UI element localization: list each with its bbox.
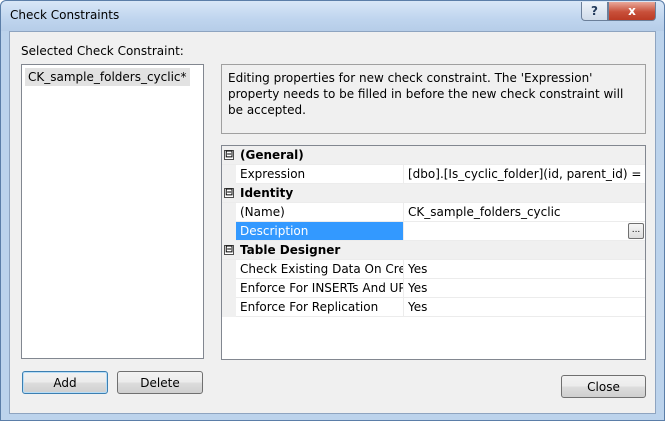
property-name[interactable]: Description (236, 222, 404, 240)
list-item[interactable]: CK_sample_folders_cyclic* (25, 68, 190, 86)
row-gutter (222, 165, 236, 184)
category-identity[interactable]: ⊟ Identity (222, 184, 645, 203)
property-name[interactable]: Enforce For INSERTs And UPDATEs (236, 279, 404, 297)
property-value[interactable]: Yes (405, 279, 645, 297)
title-bar[interactable]: Check Constraints ? x (1, 1, 664, 31)
check-constraints-dialog: Check Constraints ? x Selected Check Con… (0, 0, 665, 421)
row-gutter (222, 279, 236, 298)
property-row-expression[interactable]: Expression [dbo].[Is_cyclic_folder](id, … (222, 165, 645, 184)
help-icon[interactable]: ? (581, 2, 608, 21)
constraint-list[interactable]: CK_sample_folders_cyclic* (21, 64, 204, 359)
category-label: Identity (240, 186, 294, 200)
collapse-icon[interactable]: ⊟ (224, 188, 234, 198)
property-row-enforce-replication[interactable]: Enforce For Replication Yes (222, 298, 645, 317)
close-icon[interactable]: x (608, 2, 656, 21)
property-row-check-existing[interactable]: Check Existing Data On Creation Yes (222, 260, 645, 279)
ellipsis-button[interactable]: ... (628, 223, 644, 239)
category-table-designer[interactable]: ⊟ Table Designer (222, 241, 645, 260)
row-gutter (222, 260, 236, 279)
property-value[interactable]: Yes (405, 260, 645, 278)
dialog-client-area: Selected Check Constraint: CK_sample_fol… (9, 31, 656, 414)
window-title: Check Constraints (10, 8, 120, 22)
selected-constraint-label: Selected Check Constraint: (21, 44, 184, 58)
category-general[interactable]: ⊟ (General) (222, 146, 645, 165)
property-description: Editing properties for new check constra… (221, 64, 646, 134)
property-value[interactable] (405, 222, 645, 240)
row-gutter (222, 203, 236, 222)
collapse-icon[interactable]: ⊟ (224, 245, 234, 255)
property-value[interactable]: CK_sample_folders_cyclic (405, 203, 645, 221)
delete-button[interactable]: Delete (117, 371, 203, 394)
row-gutter (222, 298, 236, 317)
property-name[interactable]: Check Existing Data On Creation (236, 260, 404, 278)
property-name[interactable]: Enforce For Replication (236, 298, 404, 316)
category-label: (General) (240, 148, 304, 162)
property-name[interactable]: Expression (236, 165, 404, 183)
property-name[interactable]: (Name) (236, 203, 404, 221)
row-gutter (222, 222, 236, 241)
close-button[interactable]: Close (561, 375, 646, 398)
property-row-description[interactable]: Description ... (222, 222, 645, 241)
property-grid[interactable]: ⊟ (General) Expression [dbo].[Is_cyclic_… (221, 145, 646, 360)
property-value[interactable]: [dbo].[Is_cyclic_folder](id, parent_id) … (405, 165, 645, 183)
property-row-name[interactable]: (Name) CK_sample_folders_cyclic (222, 203, 645, 222)
add-button[interactable]: Add (22, 371, 108, 394)
property-row-enforce-inserts[interactable]: Enforce For INSERTs And UPDATEs Yes (222, 279, 645, 298)
category-label: Table Designer (240, 243, 341, 257)
collapse-icon[interactable]: ⊟ (224, 150, 234, 160)
property-value[interactable]: Yes (405, 298, 645, 316)
